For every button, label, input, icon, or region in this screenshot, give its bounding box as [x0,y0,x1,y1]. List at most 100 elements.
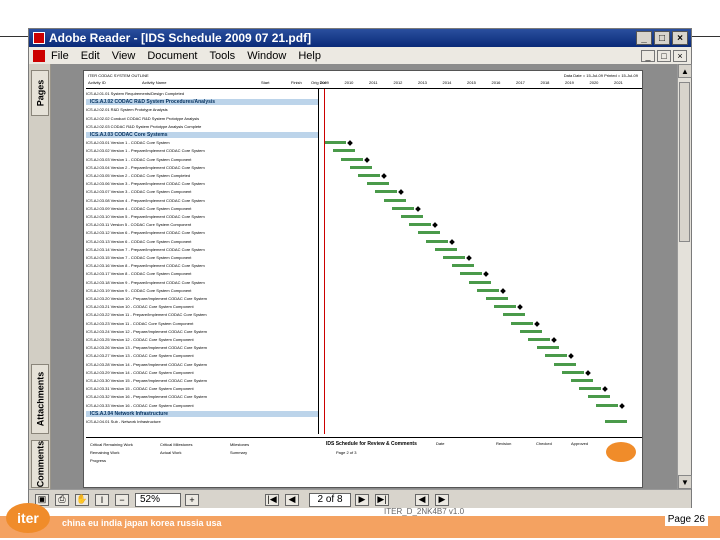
gantt-bar [324,141,346,145]
legend-page: Page 2 of 3 [336,450,357,455]
page-number-field[interactable]: 2 of 8 [309,492,351,507]
menu-document[interactable]: Document [147,50,197,62]
table-row: ICS.AJ.03.05 Version 2 - CODAC Core Syst… [86,173,191,178]
document-viewport[interactable]: ITER CODAC SYSTEM OUTLINE Activity ID Ac… [51,64,679,489]
minimize-button[interactable]: _ [636,31,652,45]
table-row: ICS.AJ.03.09 Version 4 - CODAC Core Syst… [86,205,192,211]
pdf-document-icon[interactable] [33,49,45,62]
gantt-bar [468,280,491,284]
gantt-bar [426,239,448,243]
document-controls: _ □ × [641,49,687,62]
year-scale: 2009 2010 2011 2012 2013 2014 2015 2016 2017 2018… [320,80,640,88]
previous-page-icon[interactable]: ◀ [285,493,299,506]
table-row: ICS.AJ.03.03 Version 1 - CODAC Core Syst… [86,156,192,162]
milestone-marker [432,222,438,229]
next-page-icon[interactable]: ▶ [355,493,369,506]
year-label: 2009 [320,80,329,85]
gantt-bar [519,329,542,333]
gantt-bar [553,362,576,366]
last-page-icon[interactable]: ▶| [375,493,389,506]
doc-close-button[interactable]: × [673,49,687,62]
table-row: ICS.AJ.03.26 Version 13 - Prepare/Implem… [86,345,207,351]
gantt-header-title: ITER CODAC SYSTEM OUTLINE [88,73,149,78]
zoom-out-icon[interactable]: − [115,493,129,506]
gantt-bar [477,288,499,292]
gantt-bar [562,370,584,374]
milestone-marker [364,156,370,163]
scroll-down-arrow[interactable]: ▼ [678,475,692,489]
maximize-button[interactable]: □ [654,31,670,45]
gantt-bar [400,215,423,218]
adobe-reader-icon [33,32,45,44]
table-row: ICS.AJ.03.23 Version 11 - CODAC Core Sys… [86,320,194,326]
close-button[interactable]: × [672,31,688,45]
col-finish: Finish [291,80,302,85]
col-start: Start [261,80,270,85]
tab-comments[interactable]: Comments [31,440,49,488]
hand-tool-icon[interactable]: ✋ [75,493,89,506]
menu-view[interactable]: View [112,50,136,62]
gantt-bar [375,190,397,194]
menu-edit[interactable]: Edit [81,50,100,62]
gantt-bar [579,387,601,391]
menu-tools[interactable]: Tools [210,50,236,62]
scroll-thumb[interactable] [679,82,690,242]
table-row: ICS.AJ.03.24 Version 12 - Prepare/Implem… [86,328,207,334]
doc-minimize-button[interactable]: _ [641,49,655,62]
vertical-scrollbar[interactable]: ▲ ▼ [677,64,692,489]
table-row: ICS.AJ.03.29 Version 14 - CODAC Core Sys… [86,369,194,375]
gantt-bar [332,149,355,153]
gantt-bar [434,247,457,251]
menu-window[interactable]: Window [247,50,286,62]
table-row: ICS.AJ.01.01 System Requirements/Design … [86,91,185,96]
doc-restore-button[interactable]: □ [657,49,671,62]
tab-attachments[interactable]: Attachments [31,364,49,434]
forward-icon[interactable]: ▶ [435,493,449,506]
table-row: ICS.AJ.03.25 Version 12 - CODAC Core Sys… [86,337,194,342]
iter-logo: iter [6,503,50,533]
milestone-marker [602,386,608,393]
legend-item: Milestones [230,442,250,447]
select-tool-icon[interactable]: I [95,493,109,506]
table-row: ICS.AJ.03.32 Version 16 - Prepare/Implem… [86,394,207,400]
gantt-bar [604,420,627,423]
gantt-bar [451,264,474,268]
zoom-level-field[interactable]: 52% [135,492,181,507]
iter-logo-small [606,442,636,462]
back-icon[interactable]: ◀ [415,493,429,506]
legend-item: Progress [90,458,107,463]
legend-col-approved: Approved [571,441,589,446]
legend-col-checked: Checked [536,441,552,446]
table-row: ICS.AJ.03.12 Version 6 - Prepare/Impleme… [86,230,205,236]
table-row: ICS.AJ.03.06 Version 3 - Prepare/Impleme… [86,181,205,187]
table-row: ICS.AJ.04.01 Sub - Network Infrastructur… [86,419,161,424]
tab-pages[interactable]: Pages [31,70,49,116]
gantt-bar [485,297,508,300]
milestone-marker [381,173,387,179]
zoom-in-icon[interactable]: + [185,493,199,506]
milestone-marker [483,271,489,278]
milestone-marker [517,304,523,311]
milestone-marker [466,255,472,261]
menu-help[interactable]: Help [298,50,321,62]
menu-bar: File Edit View Document Tools Window Hel… [29,47,691,64]
col-activity-id: Activity ID [88,80,106,85]
milestone-marker [500,287,506,294]
table-row: ICS.AJ.03.07 Version 3 - CODAC Core Syst… [86,189,192,195]
first-page-icon[interactable]: |◀ [265,493,279,506]
gantt-bar [460,272,482,276]
scroll-up-arrow[interactable]: ▲ [678,64,692,78]
timeline-divider [318,89,319,434]
table-row: ICS.AJ.03.20 Version 10 - Prepare/Implem… [86,296,207,301]
year-label: 2018 [540,80,550,85]
year-label: 2015 [467,80,476,85]
milestone-marker [398,189,404,196]
pdf-page: ITER CODAC SYSTEM OUTLINE Activity ID Ac… [83,70,643,488]
milestone-marker [449,238,455,245]
table-row: ICS.AJ.03.08 Version 4 - Prepare/Impleme… [86,197,205,203]
table-row: ICS.AJ.02.02 Conduct CODAC R&D System Pr… [86,115,200,121]
print-icon[interactable]: ⎙ [55,493,69,506]
milestone-marker [619,402,625,409]
menu-file[interactable]: File [51,50,69,62]
member-countries: china eu india japan korea russia usa [62,518,222,528]
